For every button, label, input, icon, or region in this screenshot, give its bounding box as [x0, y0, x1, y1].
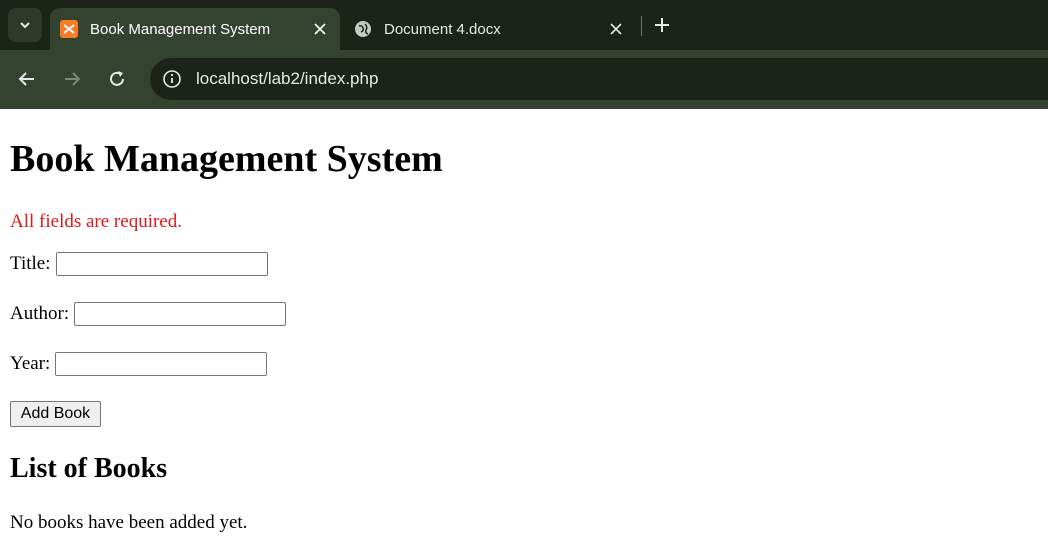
xampp-icon	[60, 20, 78, 38]
close-icon[interactable]	[312, 21, 328, 37]
tab-strip: Book Management System Document 4.docx	[0, 0, 1048, 50]
year-row: Year:	[10, 352, 268, 376]
author-label: Author:	[10, 303, 70, 324]
add-book-button[interactable]: Add Book	[10, 401, 101, 427]
tab-title: Document 4.docx	[384, 20, 501, 38]
author-row: Author:	[10, 302, 287, 326]
page-content: Book Management System All fields are re…	[0, 109, 1048, 554]
title-label: Title:	[10, 253, 51, 274]
tab-search-button[interactable]	[8, 8, 42, 42]
plus-icon[interactable]	[650, 13, 674, 37]
error-message: All fields are required.	[10, 211, 182, 232]
year-input[interactable]	[55, 352, 268, 376]
close-icon[interactable]	[608, 21, 624, 37]
forward-arrow-icon[interactable]	[61, 68, 83, 90]
info-icon[interactable]	[162, 69, 182, 89]
chevron-down-icon	[20, 22, 30, 29]
list-heading: List of Books	[10, 453, 168, 484]
reload-icon[interactable]	[106, 68, 128, 90]
address-url: localhost/lab2/index.php	[196, 69, 379, 88]
back-arrow-icon[interactable]	[16, 68, 38, 90]
tab-divider	[641, 16, 642, 36]
author-input[interactable]	[74, 302, 287, 326]
tab-document[interactable]: Document 4.docx	[344, 8, 636, 50]
browser-chrome: Book Management System Document 4.docx l…	[0, 0, 1048, 109]
title-row: Title:	[10, 252, 268, 276]
globe-icon	[355, 21, 371, 37]
page-title: Book Management System	[10, 138, 443, 180]
address-bar[interactable]: localhost/lab2/index.php	[150, 58, 1048, 100]
tab-book-management[interactable]: Book Management System	[50, 8, 340, 50]
empty-list-message: No books have been added yet.	[10, 512, 248, 533]
title-input[interactable]	[55, 252, 268, 276]
browser-toolbar: localhost/lab2/index.php	[0, 50, 1048, 109]
tab-title: Book Management System	[90, 20, 271, 38]
year-label: Year:	[10, 353, 51, 374]
